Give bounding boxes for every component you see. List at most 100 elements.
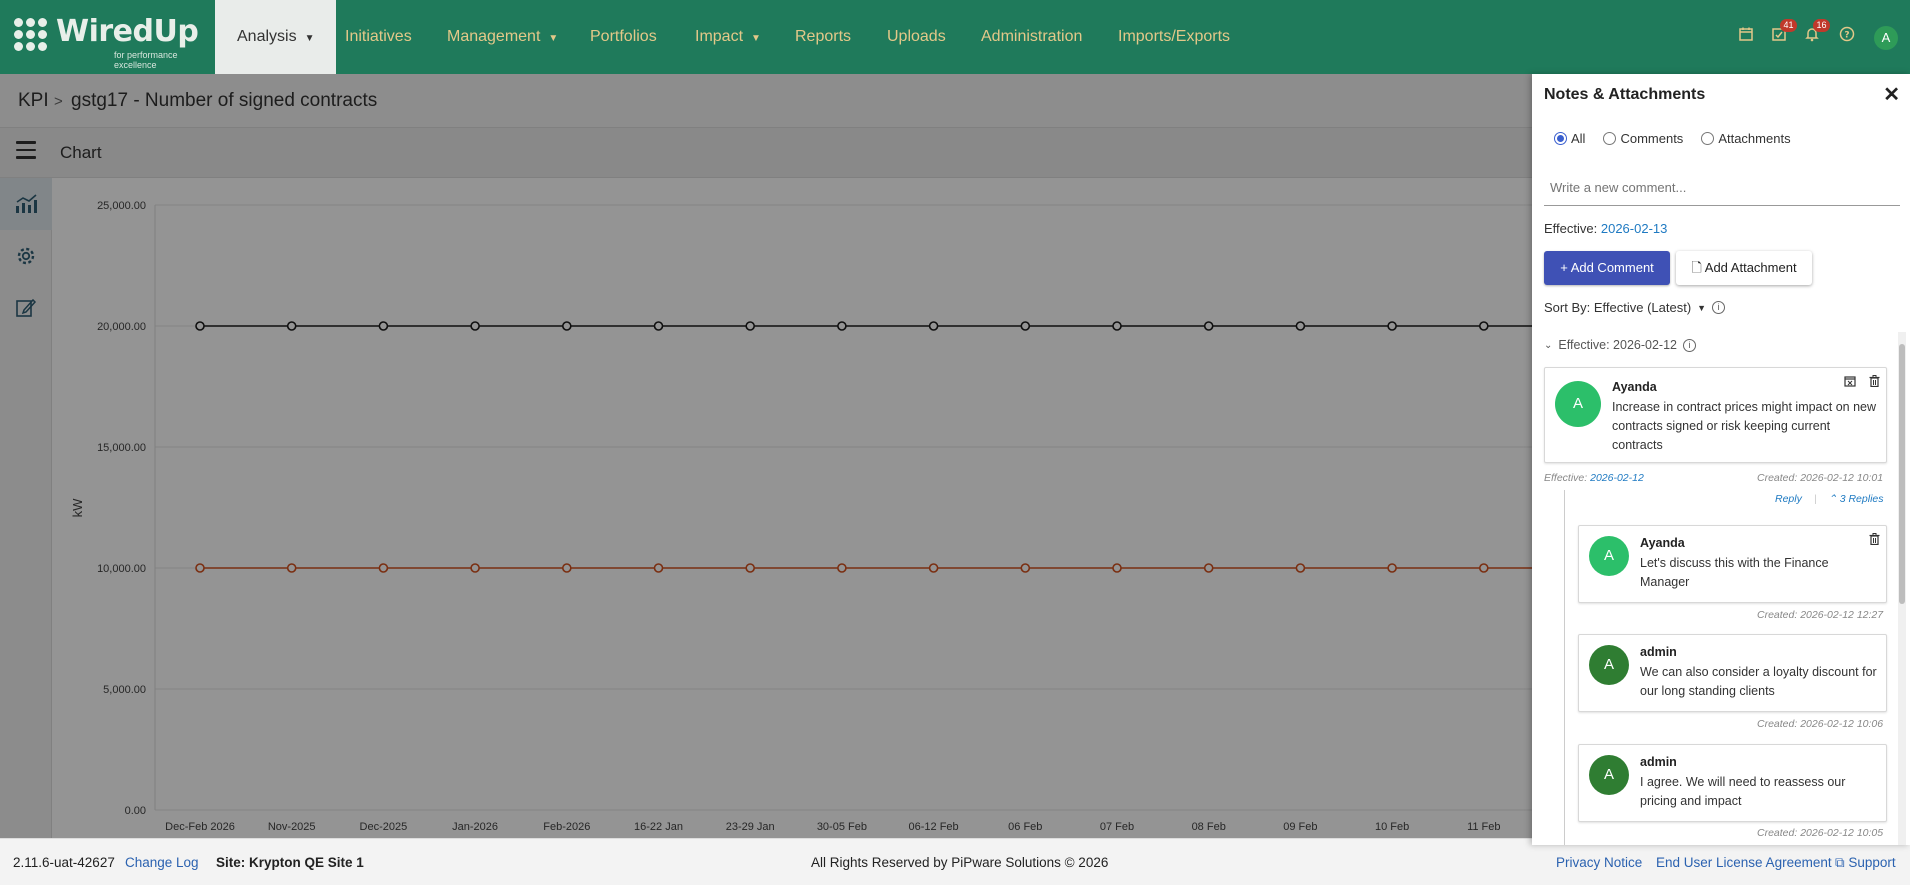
filter-all-label: All: [1571, 131, 1586, 146]
logo[interactable]: WiredUp for performance excellence: [10, 12, 210, 70]
reply-link[interactable]: Reply: [1775, 493, 1802, 505]
nav-administration[interactable]: Administration: [981, 0, 1082, 74]
group-label: Effective: 2026-02-12: [1558, 338, 1677, 352]
filter-all[interactable]: All: [1554, 131, 1585, 146]
nav-impact-label: Impact: [695, 28, 744, 45]
nav-impact[interactable]: Impact ▼: [695, 0, 761, 74]
chevron-down-icon: ⌄: [1544, 339, 1553, 351]
app-root: WiredUp for performance excellence Analy…: [0, 0, 1910, 885]
comment-effective-date[interactable]: 2026-02-12: [1590, 472, 1644, 484]
help-icon[interactable]: ?: [1836, 26, 1858, 48]
nav-imports-exports[interactable]: Imports/Exports: [1118, 0, 1230, 74]
support-icon: ⧉: [1835, 855, 1849, 870]
add-attachment-label: Add Attachment: [1704, 260, 1797, 275]
avatar: A: [1555, 381, 1601, 427]
info-icon[interactable]: i: [1712, 301, 1726, 314]
comment-author: Ayanda: [1612, 380, 1657, 394]
comment-group-header[interactable]: ⌄ Effective: 2026-02-12 i: [1544, 338, 1696, 352]
divider: |: [1814, 493, 1817, 505]
reply-author: admin: [1640, 645, 1677, 659]
nav-management-label: Management: [447, 28, 541, 45]
avatar: A: [1589, 755, 1629, 795]
comment-effective: Effective: 2026-02-12: [1544, 472, 1644, 484]
privacy-link[interactable]: Privacy Notice: [1556, 855, 1642, 870]
reply-text: I agree. We will need to reassess our pr…: [1640, 775, 1846, 808]
chevron-down-icon: ▼: [751, 33, 761, 44]
svg-text:?: ?: [1844, 31, 1849, 41]
reply-text: We can also consider a loyalty discount …: [1640, 665, 1877, 698]
chevron-up-icon: ⌃: [1828, 493, 1840, 505]
logo-tagline: for performance excellence: [114, 50, 178, 70]
reply-created: Created: 2026-02-12 10:06: [1757, 718, 1884, 730]
thread-line: [1564, 490, 1565, 845]
version-label: 2.11.6-uat-42627: [13, 855, 115, 870]
tasks-icon[interactable]: 41: [1768, 19, 1797, 48]
comment-card: A Ayanda Increase in contract prices mig…: [1544, 367, 1887, 463]
effective-date-link[interactable]: 2026-02-13: [1601, 221, 1668, 236]
calendar-icon[interactable]: [1735, 26, 1757, 48]
add-comment-button[interactable]: + Add Comment: [1544, 251, 1670, 285]
change-log-link[interactable]: Change Log: [125, 855, 199, 870]
nav-initiatives[interactable]: Initiatives: [345, 0, 412, 74]
user-avatar[interactable]: A: [1874, 26, 1898, 50]
reply-author: Ayanda: [1640, 536, 1685, 550]
comment-created: Created: 2026-02-12 10:01: [1757, 472, 1884, 484]
replies-count: 3 Replies: [1839, 493, 1884, 505]
radio-selected-icon: [1554, 132, 1567, 145]
filter-radios: All Comments Attachments: [1554, 131, 1791, 146]
panel-title: Notes & Attachments: [1544, 86, 1706, 103]
chevron-down-icon: ▼: [304, 33, 315, 44]
site-label: Site: Krypton QE Site 1: [216, 855, 364, 870]
calendar-x-icon[interactable]: [1844, 375, 1856, 390]
sort-dropdown[interactable]: Sort By: Effective (Latest) ▼ i: [1544, 300, 1726, 315]
filter-attachments-label: Attachments: [1718, 131, 1791, 146]
reply-card: A admin I agree. We will need to reasses…: [1578, 744, 1887, 822]
chevron-down-icon: ▼: [548, 33, 559, 44]
tasks-badge: 41: [1780, 19, 1797, 32]
notes-panel: Notes & Attachments ✕ All Comments Attac…: [1532, 74, 1910, 845]
bell-icon[interactable]: 16: [1801, 19, 1830, 48]
reply-text: Let's discuss this with the Finance Mana…: [1640, 556, 1829, 589]
trash-icon[interactable]: [1869, 375, 1880, 390]
eula-link[interactable]: End User License Agreement: [1656, 855, 1832, 870]
reply-created: Created: 2026-02-12 10:05: [1757, 827, 1884, 839]
support-link[interactable]: ⧉ Support: [1835, 855, 1896, 871]
new-comment-input[interactable]: [1544, 170, 1900, 206]
comment-effective-label: Effective:: [1544, 472, 1588, 484]
avatar: A: [1589, 645, 1629, 685]
comment-text: Increase in contract prices might impact…: [1612, 400, 1877, 452]
chevron-down-icon: ▼: [1697, 302, 1707, 313]
logo-dots-icon: [14, 18, 47, 51]
reply-card: A Ayanda Let's discuss this with the Fin…: [1578, 525, 1887, 603]
nav-reports[interactable]: Reports: [795, 0, 851, 74]
panel-scrollbar-thumb[interactable]: [1899, 344, 1905, 604]
footer: 2.11.6-uat-42627 Change Log Site: Krypto…: [0, 838, 1910, 885]
replies-toggle[interactable]: ⌃ 3 Replies: [1828, 493, 1884, 505]
filter-attachments[interactable]: Attachments: [1701, 131, 1791, 146]
radio-icon: [1603, 132, 1617, 145]
filter-comments-label: Comments: [1620, 131, 1684, 146]
logo-text: WiredUp: [56, 14, 199, 49]
notifications-badge: 16: [1813, 19, 1830, 32]
nav-portfolios[interactable]: Portfolios: [590, 0, 657, 74]
trash-icon[interactable]: [1869, 533, 1880, 548]
nav-uploads[interactable]: Uploads: [887, 0, 946, 74]
radio-icon: [1701, 132, 1715, 145]
nav-analysis[interactable]: Analysis ▼: [215, 0, 337, 74]
copyright-label: All Rights Reserved by PiPware Solutions…: [811, 855, 1109, 870]
info-icon[interactable]: i: [1683, 338, 1696, 352]
reply-created: Created: 2026-02-12 12:27: [1757, 609, 1884, 621]
sort-label: Sort By: Effective (Latest): [1544, 300, 1692, 315]
nav-management[interactable]: Management ▼: [447, 0, 558, 74]
avatar: A: [1589, 536, 1629, 576]
effective-label: Effective:: [1544, 221, 1598, 236]
close-icon[interactable]: ✕: [1883, 82, 1900, 107]
reply-card: A admin We can also consider a loyalty d…: [1578, 634, 1887, 712]
add-attachment-button[interactable]: 🗋 Add Attachment: [1676, 251, 1812, 285]
filter-comments[interactable]: Comments: [1603, 131, 1683, 146]
effective-date-row: Effective: 2026-02-13: [1544, 221, 1667, 236]
top-nav: WiredUp for performance excellence Analy…: [0, 0, 1910, 74]
support-label: Support: [1848, 855, 1896, 870]
file-icon: 🗋: [1691, 260, 1702, 275]
reply-author: admin: [1640, 755, 1677, 769]
